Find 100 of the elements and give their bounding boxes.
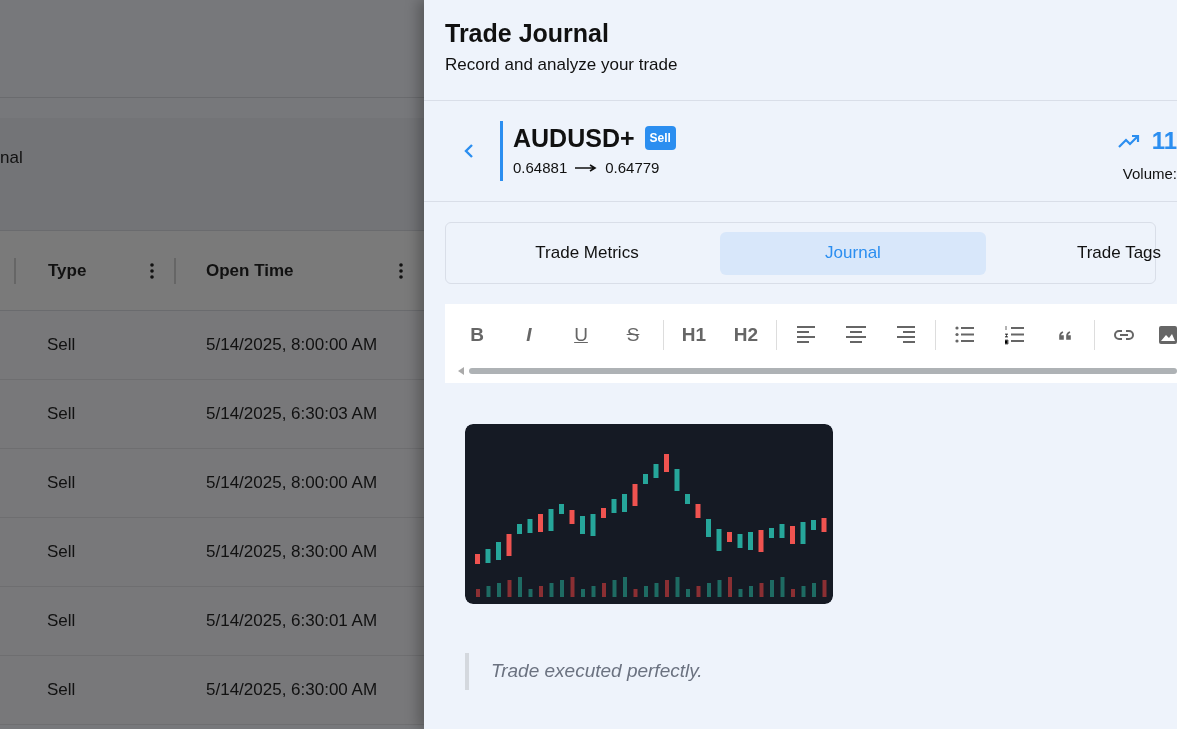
candle (601, 508, 606, 518)
volume-bar (822, 580, 827, 597)
journal-quote: Trade executed perfectly. (465, 653, 1177, 690)
candle (800, 522, 806, 544)
table-cell-text: Sell (46, 541, 77, 564)
volume-bar (749, 586, 753, 597)
volume-bar (581, 589, 585, 597)
open-price: 0.64881 (513, 157, 568, 178)
volume-bar (560, 580, 564, 597)
volume-bar (486, 586, 491, 597)
volume-bar (738, 589, 743, 597)
candle (653, 464, 659, 478)
candle (538, 514, 543, 532)
candle (821, 518, 827, 532)
profit-value: 11 (1151, 126, 1177, 156)
table-cell-text: Sell (46, 403, 77, 426)
side-badge: Sell (644, 125, 676, 150)
volume-bar (518, 577, 522, 597)
strikethrough-button[interactable]: S (607, 319, 659, 351)
volume-bar (686, 589, 690, 597)
underline-button[interactable]: U (555, 319, 607, 351)
volume-bar (528, 589, 533, 597)
candle (548, 509, 554, 531)
volume-bar (759, 583, 764, 597)
volume-bar (728, 577, 732, 597)
volume-bar (476, 589, 480, 597)
candle (559, 504, 564, 514)
more-icon[interactable] (399, 262, 403, 279)
volume-bar (623, 577, 627, 597)
candle (580, 516, 585, 534)
candle (527, 519, 533, 533)
bold-button[interactable]: B (451, 319, 503, 351)
volume-bar (665, 580, 669, 597)
heading-button[interactable]: H2 (720, 319, 772, 351)
volume-bar (707, 583, 711, 597)
trending-up-icon (1117, 134, 1140, 148)
table-cell-text: Sell (46, 472, 77, 495)
candle (569, 510, 575, 524)
align-right-icon (895, 325, 917, 345)
candle (737, 534, 743, 548)
candle (716, 529, 722, 551)
table-cell-text: 5/14/2025, 8:00:00 AM (206, 472, 378, 495)
scrollbar-thumb[interactable] (469, 368, 1177, 374)
candle (769, 528, 774, 538)
volume-bar (770, 580, 774, 597)
candle (632, 484, 638, 506)
volume-bar (539, 586, 543, 597)
table-cell-text: 5/14/2025, 6:30:03 AM (206, 403, 378, 426)
volume-bar (675, 577, 680, 597)
column-header: Open Time (206, 259, 294, 282)
candle (517, 524, 522, 534)
candle (643, 474, 648, 484)
candle (790, 526, 795, 544)
tab[interactable]: Trade Metrics (454, 231, 720, 275)
table-cell-text: 5/14/2025, 6:30:01 AM (206, 610, 378, 633)
numbered-list-icon (1004, 325, 1026, 345)
volume-bar (507, 580, 512, 597)
volume-bar (696, 586, 701, 597)
candle (590, 514, 596, 536)
align-left-icon (795, 325, 817, 345)
more-icon[interactable] (150, 262, 154, 279)
table-cell-text: Sell (46, 334, 77, 357)
candle (622, 494, 627, 512)
candle (706, 519, 711, 537)
volume-bar (654, 583, 659, 597)
candle (685, 494, 690, 504)
candle (727, 532, 732, 542)
candle (496, 542, 501, 560)
volume-bar (612, 580, 617, 597)
volume-bar (644, 586, 648, 597)
candle (779, 524, 785, 538)
volume-bar (791, 589, 795, 597)
table-cell-text: 5/14/2025, 8:30:00 AM (206, 541, 378, 564)
bullet-list-icon (954, 325, 976, 345)
volume-bar (570, 577, 575, 597)
volume-bar (717, 580, 722, 597)
tab[interactable]: Trade Tags (986, 231, 1177, 275)
table-cell-text: 5/14/2025, 8:00:00 AM (206, 334, 378, 357)
table-cell-text: Sell (46, 610, 77, 633)
volume-bar (497, 583, 501, 597)
volume-bar (549, 583, 554, 597)
candle (758, 530, 764, 552)
volume-bar (780, 577, 785, 597)
table-cell-text: Sell (46, 679, 77, 702)
volume-bar (801, 586, 806, 597)
align-center-icon (845, 325, 867, 345)
volume-bar (602, 583, 606, 597)
heading-button[interactable]: H1 (668, 319, 720, 351)
column-header: Type (48, 259, 87, 282)
drawer-subtitle: Record and analyze your trade (445, 54, 679, 76)
candle (506, 534, 512, 556)
volume-bar (812, 583, 816, 597)
candle (748, 532, 753, 550)
italic-button[interactable]: I (503, 319, 555, 351)
candle (811, 520, 816, 530)
candle (664, 454, 669, 472)
candle (611, 499, 617, 513)
trade-symbol: AUDUSD+ (513, 122, 635, 153)
candle (695, 504, 701, 518)
candle (485, 549, 491, 563)
